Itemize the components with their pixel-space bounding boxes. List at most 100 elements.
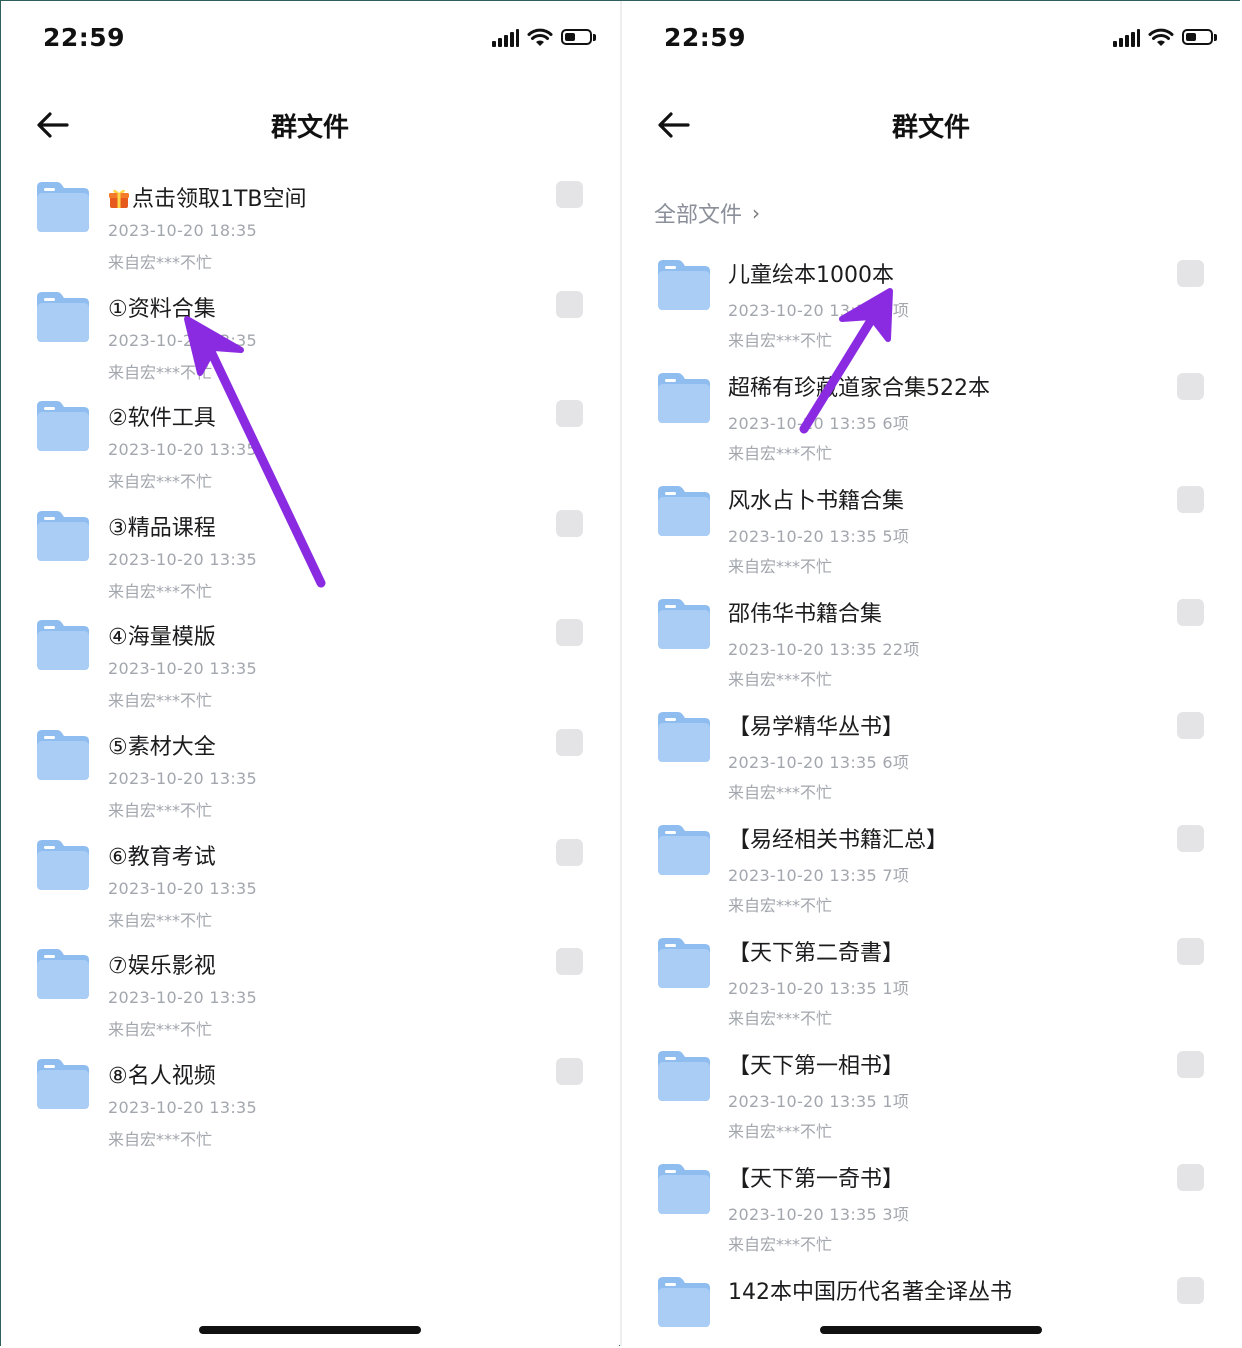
select-checkbox[interactable] [556, 181, 583, 208]
file-meta: 2023-10-20 13:35 1项 [728, 979, 910, 998]
file-name: ⑧名人视频 [108, 1063, 216, 1089]
nav-bar: 群文件 [1, 97, 619, 153]
select-checkbox[interactable] [1177, 1051, 1204, 1078]
file-source: 来自宏***不忙 [728, 331, 833, 350]
select-checkbox[interactable] [1177, 825, 1204, 852]
select-checkbox[interactable] [556, 729, 583, 756]
folder-icon [656, 1048, 712, 1102]
select-checkbox[interactable] [556, 290, 583, 318]
annotation-arrow [184, 316, 326, 588]
home-indicator [199, 1326, 421, 1334]
folder-icon [35, 179, 91, 233]
chevron-right-icon: › [752, 201, 761, 225]
file-name: ②软件工具 [108, 406, 216, 432]
file-name: ⑤素材大全 [108, 735, 216, 760]
folder-icon [35, 1056, 91, 1110]
file-meta: 2023-10-20 18:35 [108, 221, 257, 240]
file-source: 来自宏***不忙 [108, 253, 213, 272]
right-screen: 22:59 群文件 全部文件 › 儿童绘本1000本 2023-10-20 13:… [622, 1, 1240, 1346]
breadcrumb-label: 全部文件 [654, 203, 743, 228]
battery-icon [561, 29, 597, 47]
signal-icon [492, 29, 519, 47]
file-meta: 2023-10-20 13:35 [108, 549, 257, 569]
file-name: ⑥教育考试 [108, 844, 216, 870]
file-source: 来自宏***不忙 [728, 783, 833, 802]
file-name: ⑦娱乐影视 [108, 954, 216, 980]
folder-icon [656, 709, 712, 763]
file-name: 儿童绘本1000本 [728, 263, 894, 288]
file-meta: 2023-10-20 13:35 22项 [728, 640, 920, 659]
file-name: 142本中国历代名著全译丛书 [728, 1280, 1012, 1305]
select-checkbox[interactable] [1177, 1164, 1204, 1191]
select-checkbox[interactable] [1177, 260, 1204, 287]
folder-icon [35, 837, 91, 891]
folder-icon [35, 508, 91, 562]
status-icons [492, 27, 597, 49]
file-name: 超稀有珍藏道家合集522本 [728, 376, 990, 401]
select-checkbox[interactable] [556, 400, 583, 428]
file-source: 来自宏***不忙 [108, 691, 213, 711]
select-checkbox[interactable] [1177, 373, 1204, 400]
folder-icon [656, 935, 712, 989]
folder-icon [656, 596, 712, 650]
folder-icon [35, 727, 91, 781]
breadcrumb[interactable]: 全部文件 › [654, 197, 760, 229]
folder-icon [656, 1161, 712, 1215]
select-checkbox[interactable] [556, 838, 583, 866]
folder-icon [35, 398, 91, 452]
file-source: 来自宏***不忙 [108, 1129, 213, 1149]
select-checkbox[interactable] [556, 509, 583, 537]
folder-icon [35, 946, 91, 1000]
file-meta: 2023-10-20 13:35 [108, 659, 257, 679]
file-meta: 2023-10-20 13:35 [108, 440, 257, 460]
file-meta: 2023-10-20 13:35 6项 [728, 753, 910, 772]
file-name: 点击领取1TB空间 [108, 181, 307, 213]
file-source: 来自宏***不忙 [728, 557, 833, 576]
file-name: 【天下第一相书】 [728, 1054, 905, 1079]
file-meta: 2023-10-20 13:35 [108, 769, 257, 788]
file-meta: 2023-10-20 13:35 [108, 330, 257, 350]
file-source: 来自宏***不忙 [108, 472, 213, 492]
file-name: 【易学精华丛书】 [728, 715, 905, 740]
file-source: 来自宏***不忙 [728, 896, 833, 915]
select-checkbox[interactable] [1177, 712, 1204, 739]
select-checkbox[interactable] [1177, 599, 1204, 626]
file-name: ③精品课程 [108, 515, 216, 541]
folder-icon [656, 822, 712, 876]
folder-icon [656, 370, 712, 424]
file-source: 来自宏***不忙 [728, 1009, 833, 1028]
file-meta: 2023-10-20 13:35 [108, 1097, 257, 1117]
file-source: 来自宏***不忙 [108, 581, 213, 601]
left-screen: 22:59 群文件 点击领取1TB空间 2023-10-20 18:35 来自宏**… [1, 1, 619, 1346]
file-meta: 2023-10-20 13:35 7项 [728, 866, 910, 885]
wifi-icon [1148, 28, 1174, 46]
select-checkbox[interactable] [556, 1057, 583, 1085]
file-name: 【天下第二奇書】 [728, 941, 905, 966]
select-checkbox[interactable] [556, 619, 583, 647]
gift-icon [109, 189, 129, 208]
folder-icon [35, 289, 91, 343]
page-title: 群文件 [891, 113, 970, 143]
folder-icon [656, 483, 712, 537]
file-meta: 2023-10-20 13:35 [108, 988, 257, 1008]
status-time: 22:59 [664, 23, 747, 52]
folder-icon [35, 617, 91, 671]
folder-icon [656, 257, 712, 311]
page-title: 群文件 [270, 113, 349, 143]
file-name: 【易经相关书籍汇总】 [728, 828, 949, 853]
select-checkbox[interactable] [1177, 486, 1204, 513]
status-time: 22:59 [43, 23, 126, 52]
file-source: 来自宏***不忙 [728, 1122, 833, 1141]
file-name: 风水占卜书籍合集 [728, 489, 905, 514]
select-checkbox[interactable] [1177, 938, 1204, 965]
nav-bar: 群文件 [622, 97, 1240, 153]
file-source: 来自宏***不忙 [108, 910, 213, 930]
file-source: 来自宏***不忙 [728, 670, 833, 689]
select-checkbox[interactable] [556, 948, 583, 976]
select-checkbox[interactable] [1177, 1277, 1204, 1304]
file-meta: 2023-10-20 13:35 [108, 878, 257, 898]
file-source: 来自宏***不忙 [108, 362, 213, 382]
signal-icon [1113, 29, 1140, 47]
file-meta: 2023-10-20 13:35 1项 [728, 1092, 910, 1111]
folder-icon [656, 1274, 712, 1328]
